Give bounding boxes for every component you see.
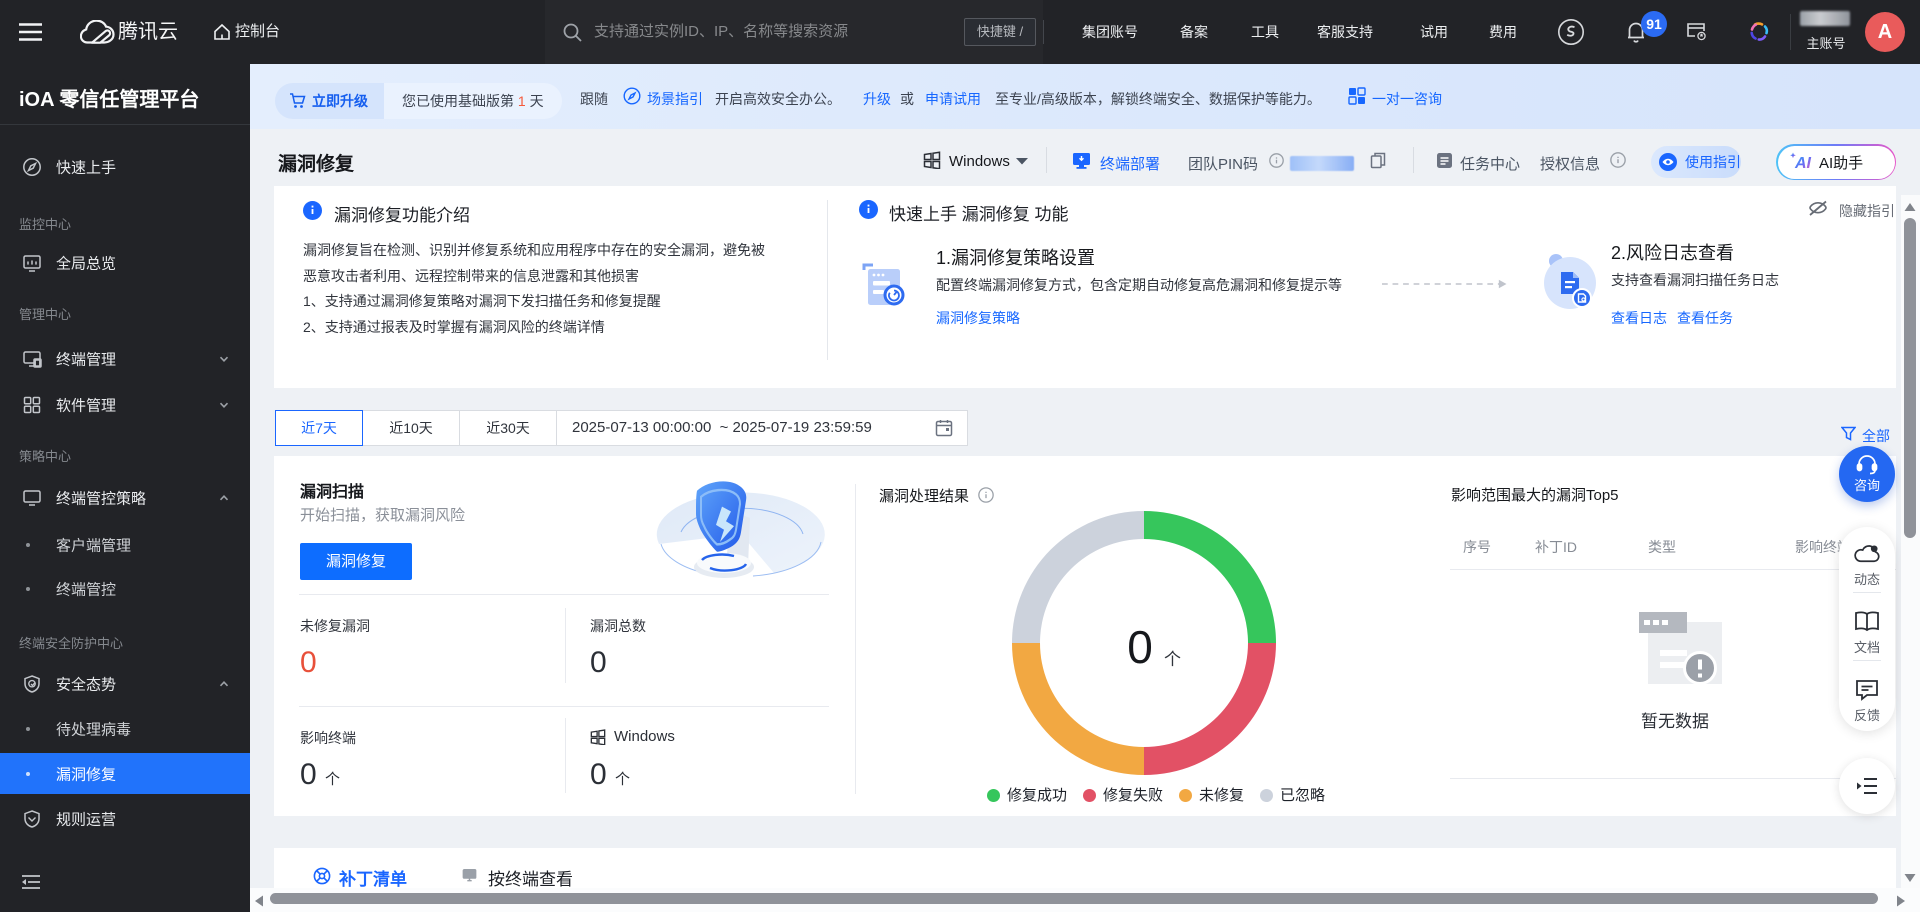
svg-text:0: 0	[1127, 621, 1153, 673]
svg-text:AI: AI	[1794, 155, 1812, 171]
svg-text:个: 个	[1164, 650, 1181, 669]
